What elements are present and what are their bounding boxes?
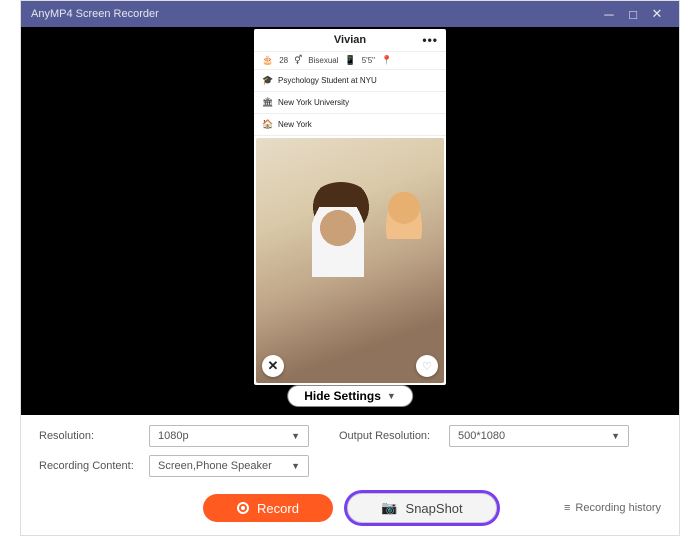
output-resolution-label: Output Resolution: [339, 430, 439, 442]
more-icon[interactable]: ••• [422, 33, 438, 47]
chevron-down-icon: ▼ [611, 431, 620, 441]
snapshot-button[interactable]: 📷 SnapShot [347, 493, 497, 523]
profile-age: 28 [279, 56, 288, 65]
maximize-button[interactable]: □ [621, 7, 645, 22]
minimize-button[interactable]: － [597, 5, 621, 24]
profile-row-text: Psychology Student at NYU [278, 76, 377, 85]
settings-panel: Resolution: 1080p ▼ Output Resolution: 5… [21, 415, 679, 489]
pin-icon: 📍 [381, 55, 392, 66]
snapshot-label: SnapShot [406, 501, 463, 516]
recording-history-link[interactable]: ≡ Recording history [564, 502, 661, 514]
chevron-down-icon: ▼ [291, 431, 300, 441]
profile-height: 5'5" [362, 56, 375, 65]
photo-person [312, 207, 364, 277]
profile-header: Vivian ••• [254, 29, 446, 51]
resolution-value: 1080p [158, 430, 189, 442]
output-resolution-value: 500*1080 [458, 430, 505, 442]
orientation-icon: ⚥ [294, 55, 302, 66]
resolution-select[interactable]: 1080p ▼ [149, 425, 309, 447]
home-icon: 🏠 [262, 119, 272, 130]
profile-row: 🏛 New York University [254, 92, 446, 114]
recording-content-label: Recording Content: [39, 460, 139, 472]
grad-icon: 🎓 [262, 75, 272, 86]
school-icon: 🏛 [262, 97, 272, 108]
profile-photo: ✕ ♡ [256, 138, 444, 383]
recording-content-select[interactable]: Screen,Phone Speaker ▼ [149, 455, 309, 477]
profile-stats: 🎂 28 ⚥ Bisexual 📱 5'5" 📍 [254, 51, 446, 70]
phone-preview: Vivian ••• 🎂 28 ⚥ Bisexual 📱 5'5" 📍 🎓 Ps… [254, 29, 446, 385]
profile-row: 🏠 New York [254, 114, 446, 136]
close-button[interactable]: ✕ [645, 6, 669, 22]
preview-area: Vivian ••• 🎂 28 ⚥ Bisexual 📱 5'5" 📍 🎓 Ps… [21, 27, 679, 415]
record-icon [237, 502, 249, 514]
hide-settings-label: Hide Settings [304, 389, 381, 403]
record-button[interactable]: Record [203, 494, 333, 522]
cake-icon: 🎂 [262, 55, 273, 66]
ruler-icon: 📱 [345, 55, 356, 66]
output-resolution-select[interactable]: 500*1080 ▼ [449, 425, 629, 447]
titlebar: AnyMP4 Screen Recorder － □ ✕ [21, 1, 679, 27]
app-title: AnyMP4 Screen Recorder [31, 8, 159, 20]
profile-name: Vivian [334, 34, 366, 46]
hide-settings-button[interactable]: Hide Settings ▼ [287, 385, 413, 407]
chevron-down-icon: ▼ [387, 391, 396, 401]
profile-row-text: New York University [278, 98, 349, 107]
app-window: AnyMP4 Screen Recorder － □ ✕ Vivian ••• … [20, 0, 680, 536]
chevron-down-icon: ▼ [291, 461, 300, 471]
record-label: Record [257, 501, 299, 516]
camera-icon: 📷 [381, 500, 397, 516]
photo-cat [383, 187, 425, 239]
reject-button[interactable]: ✕ [262, 355, 284, 377]
profile-row: 🎓 Psychology Student at NYU [254, 70, 446, 92]
like-button[interactable]: ♡ [416, 355, 438, 377]
resolution-label: Resolution: [39, 430, 139, 442]
recording-content-value: Screen,Phone Speaker [158, 460, 272, 472]
profile-orientation: Bisexual [308, 56, 338, 65]
history-label: Recording history [575, 502, 661, 514]
history-icon: ≡ [564, 502, 570, 514]
bottom-toolbar: Record 📷 SnapShot ≡ Recording history [21, 489, 679, 535]
profile-row-text: New York [278, 120, 312, 129]
